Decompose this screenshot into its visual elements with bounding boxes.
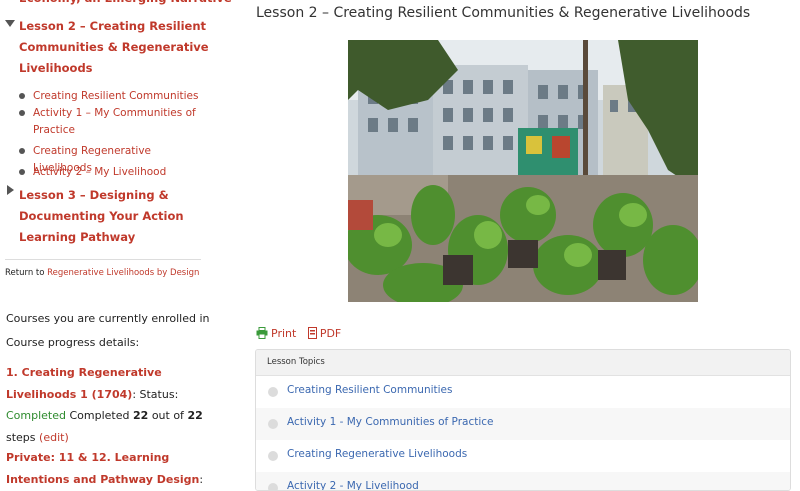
incomplete-status-icon: [268, 483, 278, 490]
completed-count: 22: [133, 409, 149, 422]
return-line: Return to Regenerative Livelihoods by De…: [5, 268, 199, 278]
course-1-title-link-line2[interactable]: Livelihoods 1 (1704): [6, 388, 132, 401]
status-badge: Completed: [6, 409, 66, 422]
lesson-3-link[interactable]: Lesson 3 – Designing & Documenting Your …: [19, 185, 184, 248]
topic-link[interactable]: Creating Regenerative Livelihoods: [287, 448, 467, 460]
bullet-icon: [19, 93, 25, 99]
incomplete-status-icon: [268, 419, 278, 429]
lesson-content: Lesson 2 – Creating Resilient Communitie…: [248, 0, 800, 491]
return-course-link[interactable]: Regenerative Livelihoods by Design: [47, 268, 199, 278]
completed-prefix: Completed: [69, 409, 130, 422]
status-label: : Status:: [132, 387, 179, 401]
return-prefix: Return to: [5, 268, 45, 278]
pdf-button[interactable]: PDF: [307, 327, 342, 342]
pdf-label: PDF: [319, 327, 342, 340]
page-title: Lesson 2 – Creating Resilient Communitie…: [256, 5, 751, 21]
total-steps: 22: [187, 409, 203, 422]
sidebar-topic-activity-2[interactable]: Activity 2 – My Livelihood: [19, 164, 209, 181]
topic-link[interactable]: Creating Resilient Communities: [287, 384, 452, 396]
print-label: Print: [271, 327, 297, 340]
pdf-icon: [307, 327, 317, 342]
bullet-icon: [19, 148, 25, 154]
sidebar-topic-creating-resilient-communities[interactable]: Creating Resilient Communities: [19, 88, 209, 105]
printer-icon: [256, 327, 268, 342]
topic-row[interactable]: Activity 2 - My Livelihood: [256, 472, 790, 490]
course-2-progress: Private: 11 & 12. Learning Intentions an…: [6, 447, 211, 490]
steps-text: steps: [6, 430, 36, 444]
lesson-topics-header: Lesson Topics: [256, 350, 790, 376]
lesson-1-title-fragment[interactable]: Economy, an Emerging Narrative: [19, 0, 232, 9]
edit-link[interactable]: (edit): [39, 431, 69, 444]
community-garden-photo: [348, 40, 698, 302]
enrolled-courses-heading: Courses you are currently enrolled in: [6, 312, 210, 325]
course-2-title-link[interactable]: Private: 11 & 12. Learning: [6, 451, 169, 464]
course-2-suffix: :: [199, 472, 204, 486]
lesson-topics-table: Lesson Topics Creating Resilient Communi…: [255, 349, 791, 491]
topic-row[interactable]: Creating Regenerative Livelihoods: [256, 440, 790, 472]
course-1-progress: 1. Creating Regenerative Livelihoods 1 (…: [6, 362, 211, 448]
course-progress-heading: Course progress details:: [6, 336, 140, 349]
sidebar-divider: [5, 259, 201, 260]
course-navigation-sidebar: Economy, an Emerging Narrative Lesson 2 …: [0, 0, 232, 486]
sidebar-topic-activity-1[interactable]: Activity 1 – My Communities of Practice: [19, 105, 209, 139]
course-1-title-link[interactable]: 1. Creating Regenerative: [6, 366, 162, 379]
out-of-text: out of: [151, 409, 184, 422]
expanded-triangle-icon[interactable]: [5, 20, 15, 27]
incomplete-status-icon: [268, 387, 278, 397]
topic-row[interactable]: Creating Resilient Communities: [256, 376, 790, 408]
print-button[interactable]: Print: [256, 327, 296, 342]
bullet-icon: [19, 110, 25, 116]
collapsed-triangle-icon[interactable]: [7, 185, 14, 195]
incomplete-status-icon: [268, 451, 278, 461]
export-tools: Print PDF: [256, 327, 349, 342]
lesson-2-link[interactable]: Lesson 2 – Creating Resilient Communitie…: [19, 16, 209, 79]
course-2-title-link-line2[interactable]: Intentions and Pathway Design: [6, 473, 199, 486]
bullet-icon: [19, 169, 25, 175]
topic-row[interactable]: Activity 1 - My Communities of Practice: [256, 408, 790, 440]
topic-link[interactable]: Activity 1 - My Communities of Practice: [287, 416, 494, 428]
